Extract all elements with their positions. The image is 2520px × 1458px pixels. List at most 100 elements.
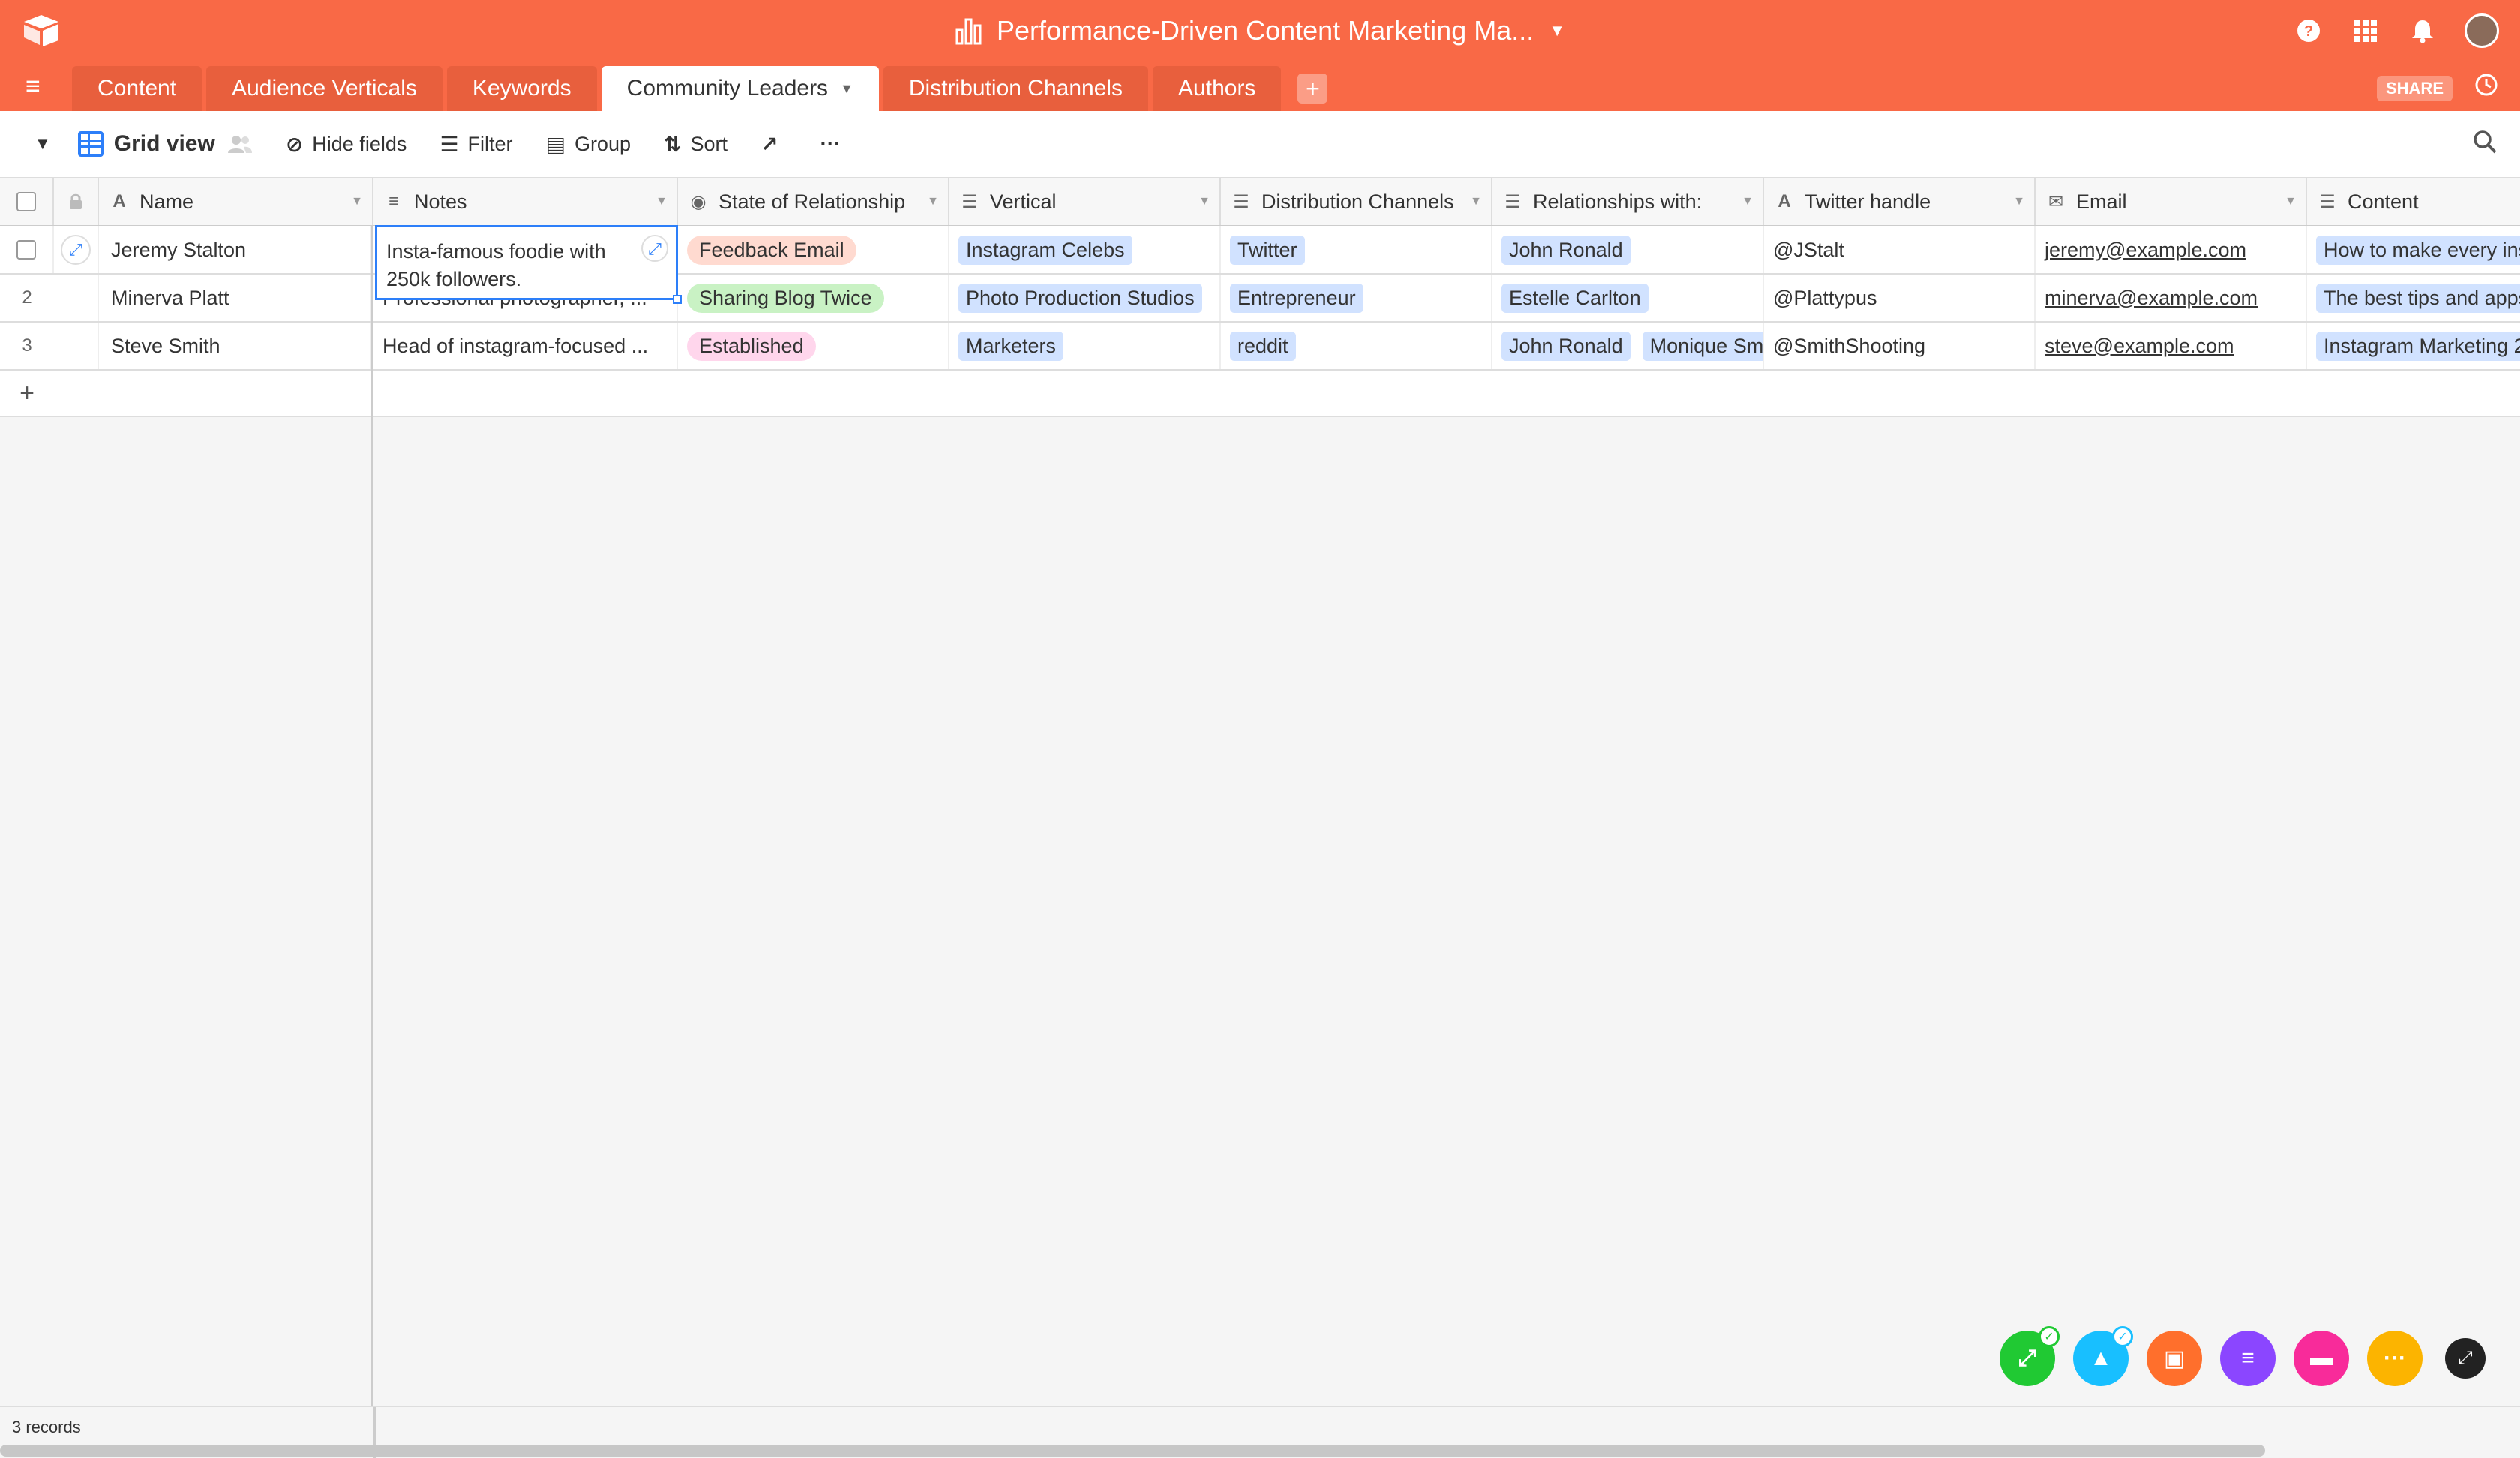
active-notes-cell-editor[interactable]: Insta-famous foodie with 250k followers.… xyxy=(375,225,682,304)
notes-cell[interactable]: Head of instagram-focused ... xyxy=(374,322,678,369)
name-cell[interactable]: Minerva Platt xyxy=(99,274,371,321)
tab-keywords[interactable]: Keywords xyxy=(446,66,597,111)
page-block-button[interactable]: ▣ xyxy=(2146,1330,2202,1386)
column-header-relationships[interactable]: ☰ Relationships with: ▼ xyxy=(1492,178,1764,225)
column-header-content[interactable]: ☰ Content xyxy=(2307,178,2520,225)
expand-cell-icon[interactable]: ⤢ xyxy=(641,235,668,262)
horizontal-scrollbar[interactable] xyxy=(0,1444,2265,1456)
relationships-cell[interactable]: John Ronald Monique Smi xyxy=(1492,322,1764,369)
view-switcher[interactable]: ▼ Grid view xyxy=(0,131,253,157)
relationship-chip: John Ronald xyxy=(1502,235,1630,265)
table-row[interactable]: ⤢ Jeremy Stalton xyxy=(0,226,371,274)
expand-record-icon[interactable]: ⤢ xyxy=(61,235,91,265)
hide-fields-button[interactable]: ⊘ Hide fields xyxy=(286,132,407,157)
chevron-down-icon[interactable]: ▼ xyxy=(927,195,939,208)
column-header-distribution-channels[interactable]: ☰ Distribution Channels ▼ xyxy=(1221,178,1492,225)
name-cell[interactable]: Steve Smith xyxy=(99,322,371,369)
email-link[interactable]: steve@example.com xyxy=(2044,334,2234,358)
bell-icon[interactable] xyxy=(2408,16,2438,46)
add-record-icon[interactable]: + xyxy=(0,379,54,408)
share-button[interactable]: SHARE xyxy=(2376,75,2452,101)
tab-authors[interactable]: Authors xyxy=(1153,66,1282,111)
content-cell[interactable]: How to make every ins xyxy=(2307,226,2520,273)
expand-block-button[interactable]: ⤢ ✓ xyxy=(2000,1326,2060,1386)
table-row[interactable]: Head of instagram-focused ... Establishe… xyxy=(374,322,2520,370)
chevron-down-icon[interactable]: ▼ xyxy=(656,195,668,208)
email-cell[interactable]: steve@example.com xyxy=(2036,322,2307,369)
email-link[interactable]: jeremy@example.com xyxy=(2044,238,2246,262)
chevron-down-icon[interactable]: ▼ xyxy=(1549,21,1565,40)
table-row[interactable]: Feedback Email Instagram Celebs Twitter … xyxy=(374,226,2520,274)
more-blocks-button[interactable]: ··· xyxy=(2367,1330,2422,1386)
hamburger-menu-icon[interactable]: ≡ xyxy=(26,74,58,99)
fullscreen-toggle-icon[interactable]: ⤢ xyxy=(2445,1338,2486,1378)
relationships-cell[interactable]: Estelle Carlton xyxy=(1492,274,1764,321)
list-block-button[interactable]: ≡ xyxy=(2220,1330,2276,1386)
chevron-down-icon[interactable]: ▼ xyxy=(1470,195,1482,208)
email-link[interactable]: minerva@example.com xyxy=(2044,286,2258,310)
add-record-row[interactable] xyxy=(374,370,2520,417)
twitter-cell[interactable]: @SmithShooting xyxy=(1764,322,2036,369)
apps-grid-icon[interactable] xyxy=(2350,16,2380,46)
chevron-down-icon[interactable]: ▼ xyxy=(1198,195,1210,208)
table-row[interactable]: Professional photographer, ... Sharing B… xyxy=(374,274,2520,322)
vertical-cell[interactable]: Photo Production Studios xyxy=(950,274,1221,321)
share-view-button[interactable]: ↗ xyxy=(760,132,787,157)
help-icon[interactable]: ? xyxy=(2294,16,2324,46)
email-cell[interactable]: minerva@example.com xyxy=(2036,274,2307,321)
vertical-cell[interactable]: Marketers xyxy=(950,322,1221,369)
state-cell[interactable]: Sharing Blog Twice xyxy=(678,274,950,321)
sort-button[interactable]: ⇅ Sort xyxy=(664,132,728,157)
chevron-down-icon[interactable]: ▼ xyxy=(351,195,363,208)
relationships-cell[interactable]: John Ronald xyxy=(1492,226,1764,273)
tab-content[interactable]: Content xyxy=(72,66,202,111)
vertical-cell[interactable]: Instagram Celebs xyxy=(950,226,1221,273)
chevron-down-icon[interactable]: ▼ xyxy=(2013,195,2025,208)
tab-community-leaders[interactable]: Community Leaders ▼ xyxy=(601,66,879,111)
chevron-down-icon[interactable]: ▼ xyxy=(840,81,854,97)
select-all-checkbox[interactable] xyxy=(16,192,36,212)
channel-cell[interactable]: Twitter xyxy=(1221,226,1492,273)
state-cell[interactable]: Established xyxy=(678,322,950,369)
add-table-icon[interactable]: + xyxy=(1298,74,1328,104)
add-record-row[interactable]: + xyxy=(0,370,371,417)
history-icon[interactable] xyxy=(2474,72,2499,104)
tab-distribution-channels[interactable]: Distribution Channels xyxy=(883,66,1149,111)
chevron-down-icon[interactable]: ▼ xyxy=(1742,195,1754,208)
fill-handle[interactable] xyxy=(673,295,682,304)
shapes-block-button[interactable]: ▲ ✓ xyxy=(2073,1326,2133,1386)
chat-block-button[interactable]: ▬ xyxy=(2294,1330,2349,1386)
filter-button[interactable]: ☰ Filter xyxy=(440,132,512,157)
twitter-cell[interactable]: @Plattypus xyxy=(1764,274,2036,321)
base-title[interactable]: Performance-Driven Content Marketing Ma.… xyxy=(0,0,2520,62)
column-header-twitter[interactable]: A Twitter handle ▼ xyxy=(1764,178,2036,225)
ellipsis-icon: ··· xyxy=(2384,1346,2406,1370)
group-button[interactable]: ▤ Group xyxy=(545,132,631,157)
column-header-vertical[interactable]: ☰ Vertical ▼ xyxy=(950,178,1221,225)
twitter-cell[interactable]: @JStalt xyxy=(1764,226,2036,273)
table-row[interactable]: 3 Steve Smith xyxy=(0,322,371,370)
chevron-down-icon[interactable]: ▼ xyxy=(34,134,51,154)
name-cell[interactable]: Jeremy Stalton xyxy=(99,226,371,273)
row-checkbox[interactable] xyxy=(16,240,36,260)
channel-cell[interactable]: reddit xyxy=(1221,322,1492,369)
content-cell[interactable]: Instagram Marketing 2 xyxy=(2307,322,2520,369)
table-row[interactable]: 2 Minerva Platt xyxy=(0,274,371,322)
column-header-state[interactable]: ◉ State of Relationship ▼ xyxy=(678,178,950,225)
search-icon[interactable] xyxy=(2472,129,2498,161)
select-all-cell[interactable] xyxy=(0,178,54,225)
email-cell[interactable]: jeremy@example.com xyxy=(2036,226,2307,273)
row-checkbox-cell[interactable] xyxy=(0,226,54,273)
view-name[interactable]: Grid view xyxy=(114,131,215,157)
column-header-email[interactable]: ✉ Email ▼ xyxy=(2036,178,2307,225)
column-header-name[interactable]: A Name ▼ xyxy=(99,178,374,225)
chevron-down-icon[interactable]: ▼ xyxy=(2284,195,2296,208)
content-cell[interactable]: The best tips and apps xyxy=(2307,274,2520,321)
tab-audience-verticals[interactable]: Audience Verticals xyxy=(206,66,442,111)
user-avatar[interactable] xyxy=(2464,14,2499,48)
svg-text:?: ? xyxy=(2304,23,2313,40)
state-cell[interactable]: Feedback Email xyxy=(678,226,950,273)
column-header-notes[interactable]: ≡ Notes ▼ xyxy=(374,178,678,225)
more-options-button[interactable]: ··· xyxy=(820,132,850,156)
channel-cell[interactable]: Entrepreneur xyxy=(1221,274,1492,321)
